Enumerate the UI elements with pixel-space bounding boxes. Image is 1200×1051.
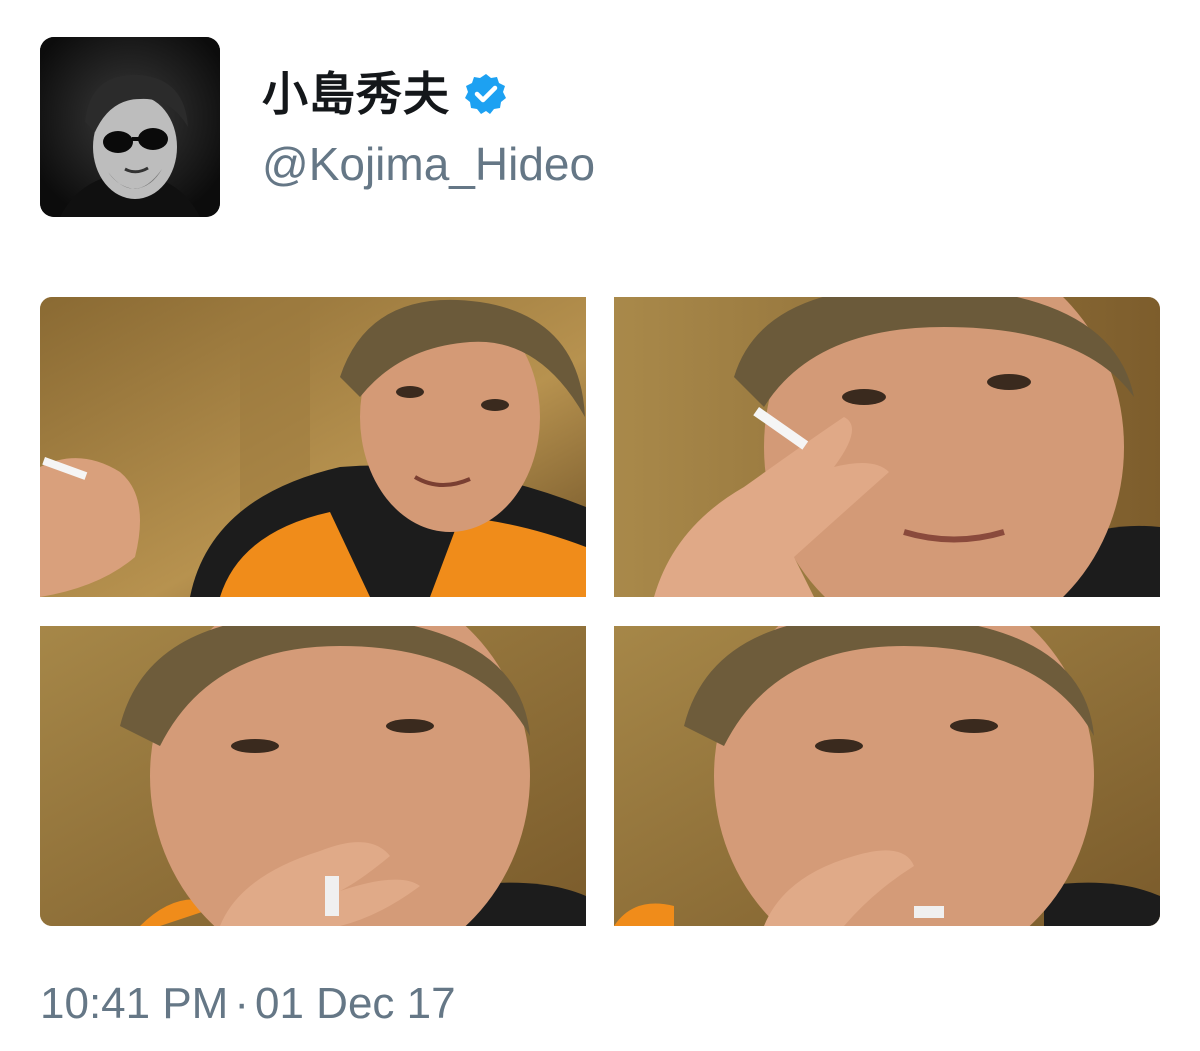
photo-2-image [614,297,1160,597]
photo-1-image [40,297,586,597]
user-handle[interactable]: @Kojima_Hideo [262,141,595,187]
tweet-card: 小島秀夫 @Kojima_Hideo 10:41 PM · 01 Dec 17 [0,0,1200,1051]
avatar-image [40,37,220,217]
tweet-time: 10:41 PM [40,979,229,1028]
tweet-photo-4[interactable] [614,626,1160,926]
photo-4-image [614,626,1160,926]
tweet-photo-1[interactable] [40,297,586,597]
tweet-photo-2[interactable] [614,297,1160,597]
display-name[interactable]: 小島秀夫 [262,71,450,117]
timestamp-separator: · [234,979,249,1028]
tweet-timestamp[interactable]: 10:41 PM · 01 Dec 17 [40,982,456,1026]
tweet-date: 01 Dec 17 [255,979,456,1028]
display-name-row: 小島秀夫 [262,62,508,126]
tweet-photo-3[interactable] [40,626,586,926]
user-avatar[interactable] [40,37,220,217]
verified-badge-icon [464,72,508,116]
photo-3-image [40,626,586,926]
